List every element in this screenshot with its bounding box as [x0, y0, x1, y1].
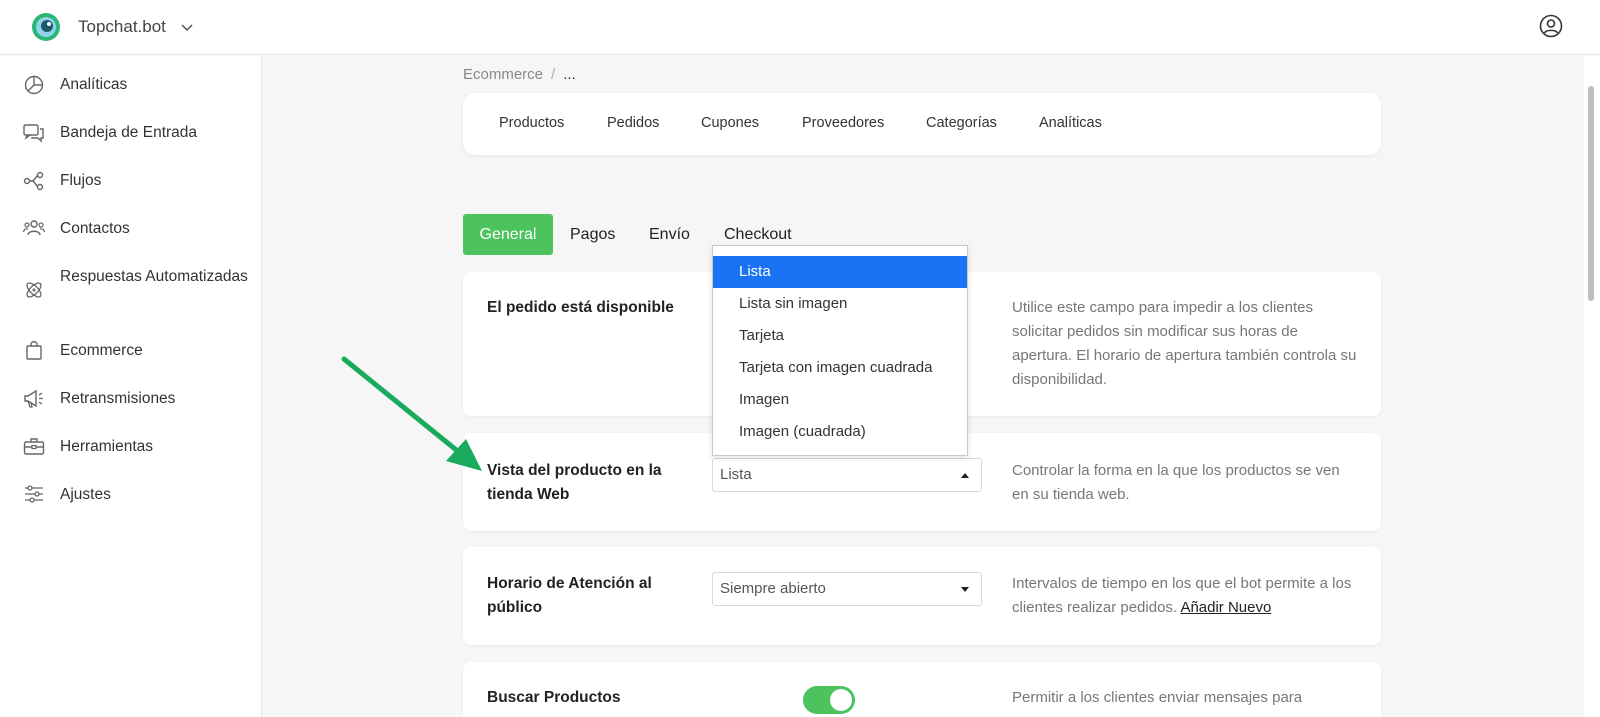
breadcrumb-current: ...	[563, 66, 576, 83]
setting-description: Permitir a los clientes enviar mensajes …	[1012, 689, 1303, 706]
dropdown-option-lista[interactable]: Lista	[713, 256, 967, 288]
sidebar-item-ajustes[interactable]: Ajustes	[0, 482, 262, 508]
subtab-general[interactable]: General	[463, 214, 553, 255]
sidebar-item-bandeja[interactable]: Bandeja de Entrada	[0, 120, 262, 146]
sidebar-item-label: Flujos	[60, 172, 102, 189]
ecommerce-tabs: Productos Pedidos Cupones Proveedores Ca…	[463, 93, 1381, 155]
flow-nodes-icon	[23, 171, 44, 191]
tab-cupones[interactable]: Cupones	[701, 115, 759, 131]
search-products-toggle[interactable]	[803, 686, 855, 714]
caret-up-icon	[961, 473, 969, 478]
sidebar: Analíticas Bandeja de Entrada Flujos Con…	[0, 56, 262, 717]
toolbox-icon	[23, 438, 45, 455]
setting-card-hours: Horario de Atención al público Siempre a…	[463, 547, 1381, 645]
sidebar-item-analiticas[interactable]: Analíticas	[0, 72, 262, 98]
tab-pedidos[interactable]: Pedidos	[607, 115, 659, 131]
product-view-select[interactable]: Lista	[712, 458, 982, 492]
tab-analiticas[interactable]: Analíticas	[1039, 115, 1102, 131]
dropdown-option-imagen-cuadrada[interactable]: Imagen (cuadrada)	[713, 416, 967, 448]
hours-select[interactable]: Siempre abierto	[712, 572, 982, 606]
add-new-link[interactable]: Añadir Nuevo	[1180, 599, 1271, 616]
sidebar-item-label: Ajustes	[60, 486, 111, 503]
breadcrumb-root[interactable]: Ecommerce	[463, 66, 543, 83]
sidebar-item-flujos[interactable]: Flujos	[0, 168, 262, 194]
setting-label: Horario de Atención al público	[487, 575, 652, 616]
tab-productos[interactable]: Productos	[499, 115, 564, 131]
page-scrollbar[interactable]	[1584, 56, 1600, 717]
sidebar-item-label: Contactos	[60, 220, 130, 237]
sidebar-item-contactos[interactable]: Contactos	[0, 216, 262, 242]
dropdown-option-imagen[interactable]: Imagen	[713, 384, 967, 416]
setting-card-search-products: Buscar Productos Permitir a los clientes…	[463, 662, 1381, 717]
setting-description: Utilice este campo para impedir a los cl…	[1012, 299, 1357, 388]
caret-down-icon	[961, 587, 969, 592]
select-value: Siempre abierto	[720, 580, 826, 597]
megaphone-icon	[24, 389, 43, 408]
sidebar-item-ecommerce[interactable]: Ecommerce	[0, 338, 262, 364]
breadcrumb-separator: /	[551, 66, 556, 83]
dropdown-option-tarjeta-cuadrada[interactable]: Tarjeta con imagen cuadrada	[713, 352, 967, 384]
dropdown-option-lista-sin-imagen[interactable]: Lista sin imagen	[713, 288, 967, 320]
setting-label: Buscar Productos	[487, 689, 621, 706]
setting-label: Vista del producto en la tienda Web	[487, 462, 662, 503]
sidebar-item-label: Ecommerce	[60, 342, 143, 359]
product-view-dropdown: Lista Lista sin imagen Tarjeta Tarjeta c…	[712, 245, 968, 456]
atom-icon	[26, 282, 42, 298]
dropdown-option-tarjeta[interactable]: Tarjeta	[713, 320, 967, 352]
sidebar-item-label: Analíticas	[60, 76, 128, 93]
tab-categorias[interactable]: Categorías	[926, 115, 997, 131]
setting-description: Controlar la forma en la que los product…	[1012, 462, 1340, 503]
user-account-icon[interactable]	[1539, 14, 1563, 38]
setting-label: El pedido está disponible	[487, 299, 674, 316]
breadcrumb: Ecommerce /...	[463, 66, 576, 83]
select-value: Lista	[720, 466, 752, 483]
sidebar-item-retransmisiones[interactable]: Retransmisiones	[0, 386, 262, 412]
annotation-arrow-icon	[341, 356, 482, 471]
toggle-knob	[830, 689, 852, 711]
subtab-envio[interactable]: Envío	[649, 214, 690, 255]
setting-description: Intervalos de tiempo en los que el bot p…	[1012, 572, 1357, 620]
shopping-bag-icon	[26, 341, 42, 360]
chat-bubbles-icon	[23, 124, 44, 143]
tab-proveedores[interactable]: Proveedores	[802, 115, 884, 131]
chevron-down-icon[interactable]	[180, 20, 194, 34]
pie-chart-icon	[24, 75, 44, 95]
sidebar-item-label: Retransmisiones	[60, 390, 176, 407]
sliders-icon	[25, 485, 43, 503]
scrollbar-thumb[interactable]	[1588, 86, 1594, 301]
sidebar-item-label: Bandeja de Entrada	[60, 124, 198, 141]
brand-name[interactable]: Topchat.bot	[78, 17, 166, 37]
sidebar-item-herramientas[interactable]: Herramientas	[0, 434, 262, 460]
people-icon	[22, 220, 46, 236]
sidebar-item-label: Respuestas Automatizadas	[60, 268, 248, 285]
top-bar: Topchat.bot	[0, 0, 1600, 55]
sidebar-item-respuestas[interactable]: Respuestas Automatizadas	[0, 264, 262, 316]
sidebar-item-label: Herramientas	[60, 438, 154, 455]
topchat-logo-icon[interactable]	[31, 12, 61, 42]
subtab-pagos[interactable]: Pagos	[570, 214, 615, 255]
